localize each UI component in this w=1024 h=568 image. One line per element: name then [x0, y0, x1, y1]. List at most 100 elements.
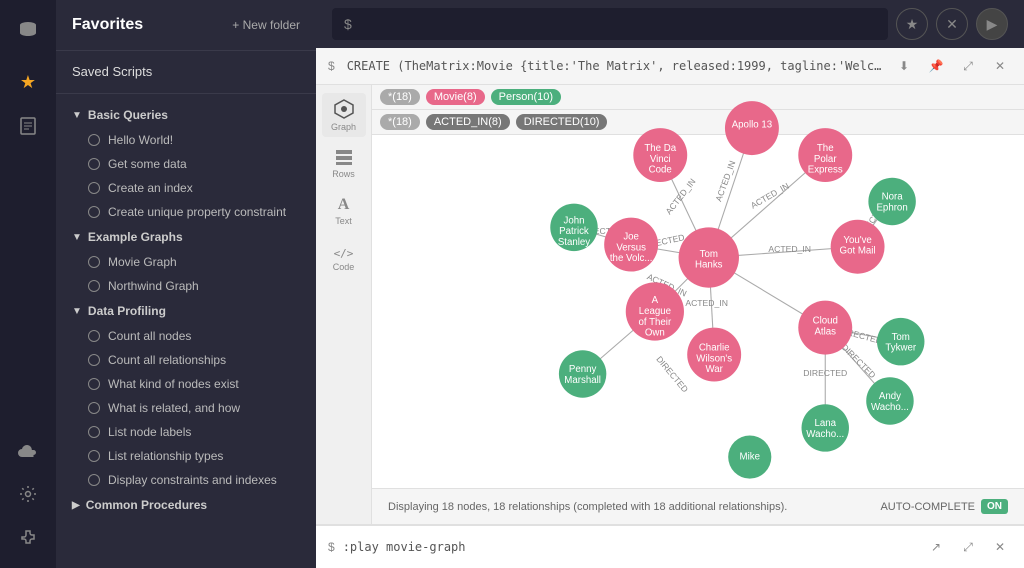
autocomplete-state[interactable]: ON	[981, 499, 1008, 514]
puzzle-icon[interactable]	[10, 520, 46, 556]
item-dot	[88, 426, 100, 438]
section-example-graphs[interactable]: Example Graphs	[56, 224, 316, 250]
section-label-procedures: Common Procedures	[86, 498, 207, 512]
item-dot	[88, 256, 100, 268]
svg-text:ACTED_IN: ACTED_IN	[663, 177, 697, 217]
node-lana-wachowski[interactable]	[802, 404, 849, 451]
node-andy-wachowski[interactable]	[866, 377, 913, 424]
top-toolbar: $ ★ ✕ ▶	[316, 0, 1024, 48]
sidebar-content: Basic Queries Hello World! Get some data…	[56, 94, 316, 568]
svg-text:DIRECTED: DIRECTED	[803, 368, 847, 378]
tab-graph[interactable]: Graph	[322, 93, 366, 137]
item-label: What is related, and how	[108, 401, 240, 415]
node-cloud-atlas[interactable]	[798, 301, 852, 355]
section-label-profiling: Data Profiling	[88, 304, 166, 318]
sidebar-item-relationship-types[interactable]: List relationship types	[56, 444, 316, 468]
sidebar-item-northwind[interactable]: Northwind Graph	[56, 274, 316, 298]
section-arrow-basic	[72, 110, 82, 121]
tab-graph-label: Graph	[331, 122, 356, 132]
node-da-vinci[interactable]	[633, 128, 687, 182]
node-polar-express[interactable]	[798, 128, 852, 182]
autocomplete-toggle[interactable]: AUTO-COMPLETE ON	[880, 499, 1008, 514]
sidebar-item-count-nodes[interactable]: Count all nodes	[56, 324, 316, 348]
section-data-profiling[interactable]: Data Profiling	[56, 298, 316, 324]
pin-button[interactable]: 📌	[924, 54, 948, 78]
expand-button[interactable]: ⤢	[956, 54, 980, 78]
new-folder-button[interactable]: + New folder	[232, 18, 300, 32]
view-tabs: Graph Rows A Text </> Code	[316, 85, 372, 524]
sidebar-item-create-unique[interactable]: Create unique property constraint	[56, 200, 316, 224]
item-label: Get some data	[108, 157, 187, 171]
basic-queries-items: Hello World! Get some data Create an ind…	[56, 128, 316, 224]
section-label-examples: Example Graphs	[88, 230, 183, 244]
database-icon[interactable]	[10, 12, 46, 48]
node-charlie-wilsons-war[interactable]	[687, 328, 741, 382]
tab-text[interactable]: A Text	[322, 189, 366, 233]
item-label: Count all nodes	[108, 329, 191, 343]
node-penny-marshall[interactable]	[559, 350, 606, 397]
share-button[interactable]: ↗	[924, 535, 948, 559]
icon-bar: ★	[0, 0, 56, 568]
close-result-button[interactable]: ✕	[988, 54, 1012, 78]
tab-rows[interactable]: Rows	[322, 141, 366, 185]
svg-text:ACTED_IN: ACTED_IN	[749, 181, 791, 211]
status-bar: Displaying 18 nodes, 18 relationships (c…	[372, 488, 1024, 524]
sidebar-item-node-labels[interactable]: List node labels	[56, 420, 316, 444]
node-john-patrick[interactable]	[550, 204, 597, 251]
node-apollo13[interactable]	[725, 101, 779, 155]
query-input-wrap: $	[332, 8, 888, 40]
favorites-icon[interactable]: ★	[10, 64, 46, 100]
download-button[interactable]: ⬇	[892, 54, 916, 78]
tab-code[interactable]: </> Code	[322, 237, 366, 281]
item-label: Count all relationships	[108, 353, 226, 367]
item-label: Create unique property constraint	[108, 205, 286, 219]
sidebar: Favorites + New folder Saved Scripts Bas…	[56, 0, 316, 568]
tab-text-label: Text	[335, 216, 352, 226]
item-label: Create an index	[108, 181, 193, 195]
sidebar-item-create-index[interactable]: Create an index	[56, 176, 316, 200]
item-label: Display constraints and indexes	[108, 473, 277, 487]
node-joe-versus[interactable]	[604, 218, 658, 272]
close-bottom-button[interactable]: ✕	[988, 535, 1012, 559]
star-button[interactable]: ★	[896, 8, 928, 40]
sidebar-item-count-relationships[interactable]: Count all relationships	[56, 348, 316, 372]
sidebar-item-what-related[interactable]: What is related, and how	[56, 396, 316, 420]
main-content: $ ★ ✕ ▶ $ CREATE (TheMatrix:Movie {title…	[316, 0, 1024, 568]
sidebar-header: Favorites + New folder	[56, 0, 316, 51]
item-dot	[88, 378, 100, 390]
section-basic-queries[interactable]: Basic Queries	[56, 102, 316, 128]
graph-content: *(18) Movie(8) Person(10) *(18) ACTED_IN…	[372, 85, 1024, 524]
item-dot	[88, 280, 100, 292]
node-nora-ephron[interactable]	[868, 178, 915, 225]
item-dot	[88, 134, 100, 146]
play-button[interactable]: ▶	[976, 8, 1008, 40]
sidebar-item-display-constraints[interactable]: Display constraints and indexes	[56, 468, 316, 492]
saved-scripts-section: Saved Scripts	[56, 51, 316, 94]
sidebar-item-get-some-data[interactable]: Get some data	[56, 152, 316, 176]
item-dot	[88, 206, 100, 218]
node-tom-tykwer[interactable]	[877, 318, 924, 365]
node-tom-hanks[interactable]	[679, 227, 739, 287]
item-dot	[88, 158, 100, 170]
sidebar-item-node-kinds[interactable]: What kind of nodes exist	[56, 372, 316, 396]
gear-icon[interactable]	[10, 476, 46, 512]
item-label: List relationship types	[108, 449, 223, 463]
document-icon[interactable]	[10, 108, 46, 144]
query-input[interactable]	[360, 16, 876, 32]
sidebar-item-hello-world[interactable]: Hello World!	[56, 128, 316, 152]
section-common-procedures[interactable]: Common Procedures	[56, 492, 316, 518]
result-prompt: $	[328, 59, 335, 73]
sidebar-item-movie-graph[interactable]: Movie Graph	[56, 250, 316, 274]
tab-rows-label: Rows	[332, 169, 355, 179]
close-button[interactable]: ✕	[936, 8, 968, 40]
node-youve-got-mail[interactable]	[831, 220, 885, 274]
item-label: List node labels	[108, 425, 191, 439]
node-mike[interactable]	[728, 435, 771, 478]
status-text: Displaying 18 nodes, 18 relationships (c…	[388, 501, 787, 513]
result-panel: $ CREATE (TheMatrix:Movie {title:'The Ma…	[316, 48, 1024, 524]
cloud-icon[interactable]	[10, 432, 46, 468]
bottom-prompt: $	[328, 540, 335, 554]
graph-svg-container[interactable]: ACTED_IN ACTED_IN ACTED_IN ACTED_IN ACTE…	[372, 85, 1024, 484]
expand-bottom-button[interactable]: ⤢	[956, 535, 980, 559]
node-league[interactable]	[626, 282, 684, 340]
